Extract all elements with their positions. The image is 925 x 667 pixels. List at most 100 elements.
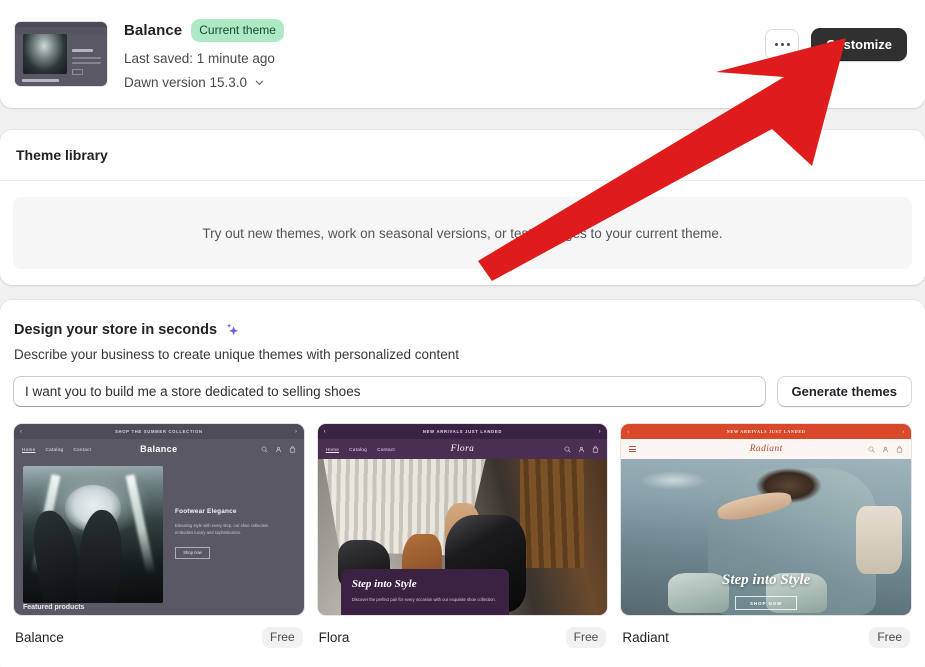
light-streak	[125, 474, 156, 576]
balance-hero: Footwear Elegance Elevating style with e…	[14, 459, 304, 603]
chevron-left-icon: ‹	[323, 428, 327, 435]
thumbnail-footer-line	[22, 78, 60, 82]
header-actions: Customize	[765, 28, 907, 61]
hero-photo: Step into Style Discover the perfect pai…	[317, 459, 608, 615]
theme-meta-flora: Flora Free	[317, 627, 609, 648]
design-title-row: Design your store in seconds	[13, 322, 912, 338]
hero-heading: Step into Style	[351, 578, 417, 590]
nav-links: Home Catalog Contact	[22, 447, 91, 452]
more-actions-button[interactable]	[765, 29, 800, 60]
thumbnail-copy-lines	[72, 48, 102, 78]
theme-version-label: Dawn version 15.3.0	[124, 74, 248, 90]
design-section-title: Design your store in seconds	[14, 322, 218, 338]
theme-preview-flora[interactable]: ‹ NEW ARRIVALS JUST LANDED › Home Catalo…	[316, 423, 609, 616]
announcement-text: SHOP THE SUMMER COLLECTION	[114, 429, 203, 434]
chevron-right-icon: ›	[598, 428, 602, 435]
chevron-left-icon: ‹	[20, 428, 23, 435]
hero-body: Discover the perfect pair for every occa…	[351, 597, 496, 602]
storefront-icons	[261, 445, 296, 453]
theme-library-header: Theme library	[0, 130, 925, 181]
featured-products-heading: Featured products	[23, 604, 85, 611]
nav-link-home: Home	[325, 446, 340, 452]
theme-name-label: Balance	[15, 630, 64, 645]
search-icon	[868, 446, 875, 452]
search-icon	[261, 446, 268, 452]
current-theme-thumbnail[interactable]	[14, 21, 108, 87]
theme-name-label: Radiant	[622, 630, 669, 645]
storefront-nav: Radiant	[621, 439, 912, 459]
theme-preview-balance[interactable]: ‹ SHOP THE SUMMER COLLECTION › Home Cata…	[13, 423, 305, 616]
cloud-shape	[638, 471, 709, 491]
hero-overlay-panel: Step into Style Discover the perfect pai…	[340, 569, 509, 615]
store-logo: Flora	[450, 444, 475, 454]
storefront-icons	[564, 445, 599, 453]
dot-icon	[786, 43, 790, 46]
theme-settings-page: Balance Current theme Last saved: 1 minu…	[0, 0, 925, 667]
theme-card-radiant[interactable]: ‹ NEW ARRIVALS JUST LANDED › Radiant Ste…	[620, 423, 913, 648]
page-title: Balance	[124, 21, 183, 39]
hamburger-menu-icon	[629, 445, 637, 453]
door-shape	[520, 459, 585, 569]
cart-icon	[289, 445, 295, 452]
theme-preview-radiant[interactable]: ‹ NEW ARRIVALS JUST LANDED › Radiant Ste…	[620, 423, 913, 616]
generate-themes-button[interactable]: Generate themes	[776, 376, 912, 407]
storefront-balance: ‹ SHOP THE SUMMER COLLECTION › Home Cata…	[14, 424, 304, 615]
nav-links: Home Catalog Contact	[326, 447, 395, 452]
hero-photo: Step into Style SHOP NOW	[621, 459, 912, 615]
price-badge: Free	[565, 627, 607, 648]
nav-link-home: Home	[22, 446, 36, 452]
account-icon	[579, 446, 585, 452]
storefront-nav: Home Catalog Contact Balance	[14, 439, 304, 459]
search-icon	[564, 446, 571, 452]
nav-link-catalog: Catalog	[349, 446, 368, 452]
last-saved-text: Last saved: 1 minute ago	[124, 50, 275, 66]
chevron-down-icon	[255, 80, 264, 85]
account-icon	[275, 446, 281, 452]
announcement-bar: ‹ NEW ARRIVALS JUST LANDED ›	[317, 424, 608, 439]
hero-heading: Footwear Elegance	[175, 508, 237, 515]
announcement-text: NEW ARRIVALS JUST LANDED	[726, 429, 806, 434]
theme-header-text: Balance Current theme Last saved: 1 minu…	[124, 18, 765, 90]
status-badge-current-theme: Current theme	[191, 18, 284, 42]
account-icon	[883, 446, 888, 452]
announcement-text: NEW ARRIVALS JUST LANDED	[422, 429, 503, 434]
hero-heading: Step into Style	[722, 572, 811, 588]
theme-meta-radiant: Radiant Free	[620, 627, 912, 648]
theme-name-label: Flora	[318, 630, 350, 645]
thumbnail-hero-photo	[23, 34, 67, 75]
storefront-nav: Home Catalog Contact Flora	[317, 439, 608, 459]
cart-icon	[593, 445, 599, 452]
theme-card-flora[interactable]: ‹ NEW ARRIVALS JUST LANDED › Home Catalo…	[316, 423, 609, 648]
chevron-right-icon: ›	[294, 428, 298, 435]
price-badge: Free	[869, 627, 911, 648]
theme-library-card: Theme library Try out new themes, work o…	[0, 130, 925, 285]
store-logo: Balance	[140, 444, 178, 454]
chevron-right-icon: ›	[902, 428, 906, 435]
theme-card-balance[interactable]: ‹ SHOP THE SUMMER COLLECTION › Home Cata…	[13, 423, 305, 648]
hero-body: Elevating style with every step, our sho…	[175, 523, 269, 536]
theme-library-empty-text: Try out new themes, work on seasonal ver…	[202, 225, 723, 241]
generated-themes-grid: ‹ SHOP THE SUMMER COLLECTION › Home Cata…	[13, 423, 913, 648]
announcement-bar: ‹ NEW ARRIVALS JUST LANDED ›	[621, 424, 912, 439]
thumbnail-storefront-preview	[15, 22, 107, 86]
storefront-radiant: ‹ NEW ARRIVALS JUST LANDED › Radiant Ste…	[621, 424, 912, 615]
chevron-left-icon: ‹	[627, 428, 631, 435]
design-store-card: Design your store in seconds Describe yo…	[0, 300, 925, 667]
theme-library-title: Theme library	[16, 147, 108, 163]
hero-cta-button: SHOP NOW	[735, 596, 798, 610]
theme-version-dropdown[interactable]: Dawn version 15.3.0	[124, 75, 765, 90]
dot-icon	[780, 43, 784, 46]
hero-cta-button: Shop now	[175, 546, 210, 559]
theme-library-empty-state: Try out new themes, work on seasonal ver…	[13, 197, 912, 269]
cart-icon	[896, 445, 903, 452]
nav-link-contact: Contact	[377, 446, 396, 452]
customize-button[interactable]: Customize	[811, 28, 907, 61]
price-badge: Free	[261, 627, 303, 648]
hero-copy: Footwear Elegance Elevating style with e…	[175, 466, 283, 603]
nav-link-contact: Contact	[73, 446, 92, 452]
store-description-input[interactable]	[13, 376, 766, 407]
storefront-flora: ‹ NEW ARRIVALS JUST LANDED › Home Catalo…	[317, 424, 608, 615]
hero-photo	[23, 466, 163, 603]
theme-header-card: Balance Current theme Last saved: 1 minu…	[0, 0, 925, 108]
theme-title-row: Balance Current theme	[124, 18, 765, 42]
